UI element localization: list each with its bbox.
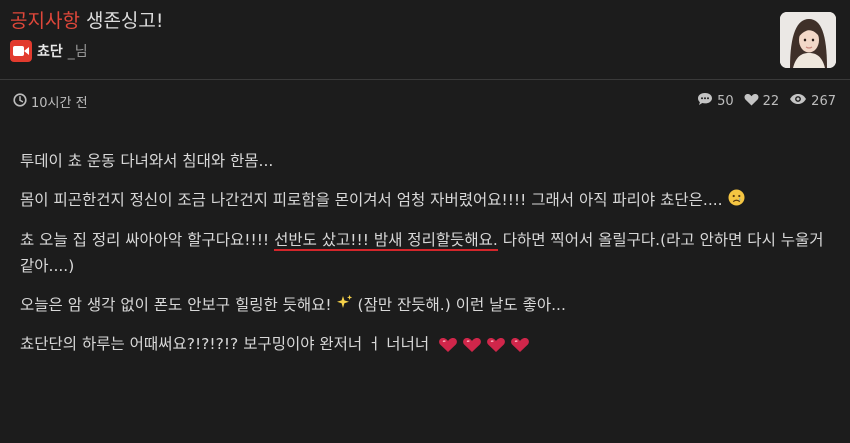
like-count[interactable]: 22 (744, 93, 780, 110)
heart-icon (744, 93, 759, 110)
author-name[interactable]: 쵸단 (37, 41, 63, 61)
comment-icon (697, 92, 713, 110)
paragraph-4-text-b: (잠만 잔듯해.) 이런 날도 좋아... (357, 295, 566, 314)
view-count-value: 267 (811, 93, 836, 109)
author-row[interactable]: 쵸단 _님 (10, 40, 88, 62)
heart-emoji (487, 337, 505, 352)
time-ago: 10시간 전 (31, 96, 88, 111)
post-time: 10시간 전 (13, 92, 88, 111)
paragraph-2: 몸이 피곤한건지 정신이 조금 나간건지 피로함을 몬이겨서 엄청 자버렸어요!… (20, 187, 832, 214)
video-icon (10, 40, 32, 62)
heart-emoji (439, 337, 457, 352)
comment-count-value: 50 (717, 93, 734, 109)
avatar[interactable] (780, 12, 836, 68)
eye-icon (789, 93, 807, 109)
hearts-group (438, 337, 530, 353)
paragraph-4: 오늘은 암 생각 없이 폰도 안보구 힐링한 듯해요! (잠만 잔듯해.) 이런… (20, 292, 832, 319)
paragraph-3: 쵸 오늘 집 정리 싸아아악 할구다요!!!! 선반도 샀고!!! 밤새 정리할… (20, 227, 832, 279)
heart-emoji (463, 337, 481, 352)
paragraph-2-text: 몸이 피곤한건지 정신이 조금 나간건지 피로함을 몬이겨서 엄청 자버렸어요!… (20, 191, 723, 209)
paragraph-5: 쵸단단의 하루는 어때써요?!?!?!? 보구밍이야 완저너 ㅓ 너너너 (20, 331, 832, 357)
sad-face-emoji (728, 188, 745, 214)
header-divider (0, 79, 850, 80)
comment-count[interactable]: 50 (697, 92, 734, 110)
view-count: 267 (789, 93, 836, 109)
like-count-value: 22 (762, 93, 780, 109)
post-title: 공지사항 생존싱고! (10, 6, 164, 33)
post-category[interactable]: 공지사항 (10, 10, 80, 32)
heart-emoji (511, 337, 529, 352)
sparkles-emoji (336, 292, 353, 318)
underlined-highlight: 선반도 샀고!!! 밤새 정리할듯해요. (274, 230, 498, 251)
clock-icon (13, 92, 27, 111)
author-suffix: _님 (67, 44, 88, 60)
paragraph-5-text: 쵸단단의 하루는 어때써요?!?!?!? 보구밍이야 완저너 ㅓ 너너너 (20, 335, 430, 353)
post-body: 투데이 쵸 운동 다녀와서 침대와 한몸... 몸이 피곤한건지 정신이 조금 … (20, 148, 832, 370)
paragraph-1: 투데이 쵸 운동 다녀와서 침대와 한몸... (20, 152, 274, 170)
paragraph-4-text-a: 오늘은 암 생각 없이 폰도 안보구 힐링한 듯해요! (20, 295, 332, 314)
post-header: 공지사항 생존싱고! 쵸단 _님 (0, 0, 850, 78)
post-stats: 50 22 267 (697, 92, 836, 110)
post-title-text: 생존싱고! (85, 10, 164, 32)
paragraph-3-text-a: 쵸 오늘 집 정리 싸아아악 할구다요!!!! (20, 230, 275, 249)
